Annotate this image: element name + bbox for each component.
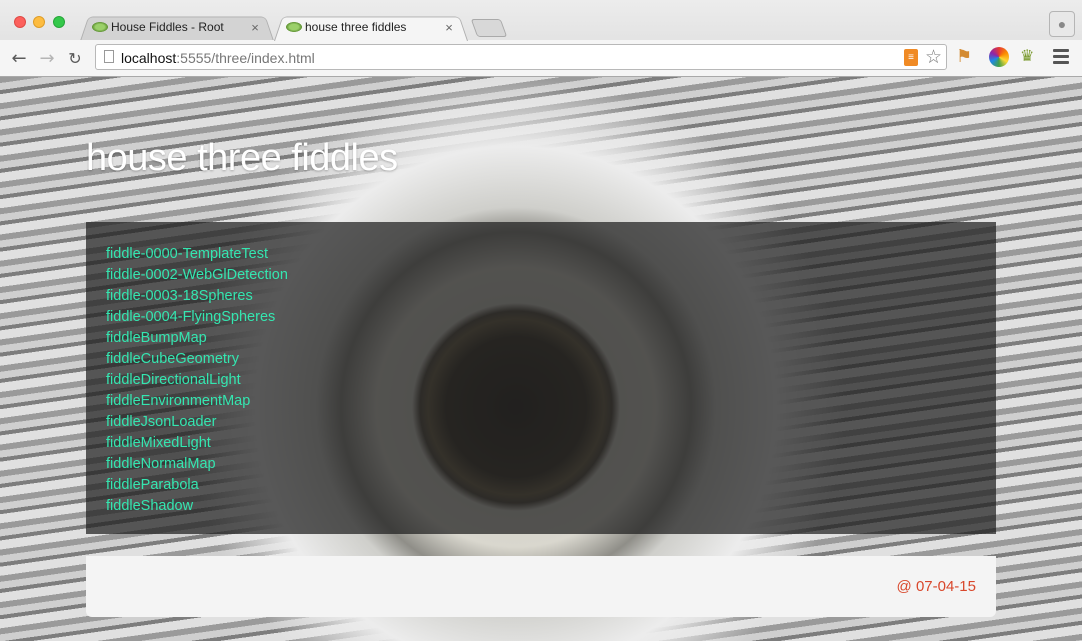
fiddle-link[interactable]: fiddleShadow: [106, 498, 193, 514]
profile-icon[interactable]: ●: [1049, 11, 1075, 37]
fiddle-link[interactable]: fiddle-0003-18Spheres: [106, 288, 253, 304]
list-item: fiddleEnvironmentMap: [106, 390, 976, 411]
address-bar[interactable]: localhost:5555/three/index.html ≡ ☆: [95, 44, 947, 70]
list-item: fiddle-0002-WebGlDetection: [106, 264, 976, 285]
fiddle-link[interactable]: fiddleEnvironmentMap: [106, 393, 250, 409]
list-item: fiddle-0004-FlyingSpheres: [106, 306, 976, 327]
list-item: fiddleDirectionalLight: [106, 369, 976, 390]
new-tab-button[interactable]: [470, 19, 508, 37]
list-item: fiddleShadow: [106, 495, 976, 516]
fiddle-link[interactable]: fiddleJsonLoader: [106, 414, 216, 430]
address-url: localhost:5555/three/index.html: [121, 50, 315, 66]
browser-chrome: House Fiddles - Root × house three fiddl…: [0, 0, 1082, 77]
list-item: fiddle-0003-18Spheres: [106, 285, 976, 306]
list-item: fiddleJsonLoader: [106, 411, 976, 432]
color-wheel-icon[interactable]: [989, 47, 1009, 67]
page-footer: @ 07-04-15: [86, 556, 996, 617]
toolbar: ← → ↻ localhost:5555/three/index.html ≡ …: [0, 40, 1082, 76]
list-item: fiddleBumpMap: [106, 327, 976, 348]
page-title: house three fiddles: [86, 137, 398, 179]
fiddle-link[interactable]: fiddleParabola: [106, 477, 199, 493]
footer-date: @ 07-04-15: [896, 578, 976, 595]
fiddle-link[interactable]: fiddleBumpMap: [106, 330, 207, 346]
fiddle-link[interactable]: fiddleCubeGeometry: [106, 351, 239, 367]
fiddle-list-panel: fiddle-0000-TemplateTest fiddle-0002-Web…: [86, 222, 996, 534]
close-tab-icon[interactable]: ×: [248, 20, 262, 35]
page-icon: [104, 50, 114, 63]
page-viewport: house three fiddles fiddle-0000-Template…: [0, 77, 1082, 641]
close-window-button[interactable]: [14, 16, 26, 28]
menu-icon[interactable]: [1053, 49, 1069, 67]
forward-arrow-icon[interactable]: →: [36, 48, 58, 69]
fiddle-list: fiddle-0000-TemplateTest fiddle-0002-Web…: [106, 243, 976, 516]
url-path: :5555/three/index.html: [176, 50, 315, 66]
tab-house-three-fiddles[interactable]: house three fiddles ×: [274, 14, 466, 40]
extension-icon[interactable]: ⚑: [956, 47, 976, 67]
list-item: fiddleCubeGeometry: [106, 348, 976, 369]
close-tab-icon[interactable]: ×: [442, 20, 456, 35]
list-item: fiddleParabola: [106, 474, 976, 495]
list-item: fiddleNormalMap: [106, 453, 976, 474]
reload-icon[interactable]: ↻: [64, 48, 86, 68]
fiddle-link[interactable]: fiddleMixedLight: [106, 435, 211, 451]
fiddle-link[interactable]: fiddle-0004-FlyingSpheres: [106, 309, 275, 325]
url-host: localhost: [121, 50, 177, 66]
extension-icon[interactable]: ♛: [1020, 47, 1040, 67]
favicon-icon: [92, 22, 108, 32]
minimize-window-button[interactable]: [33, 16, 45, 28]
back-arrow-icon[interactable]: ←: [8, 48, 30, 69]
tab-title: House Fiddles - Root: [111, 20, 224, 34]
favicon-icon: [286, 22, 302, 32]
tab-title: house three fiddles: [305, 20, 407, 34]
rss-feed-icon[interactable]: ≡: [904, 49, 918, 66]
list-item: fiddle-0000-TemplateTest: [106, 243, 976, 264]
fiddle-link[interactable]: fiddle-0000-TemplateTest: [106, 246, 268, 262]
fiddle-link[interactable]: fiddle-0002-WebGlDetection: [106, 267, 288, 283]
tab-house-fiddles-root[interactable]: House Fiddles - Root ×: [80, 14, 272, 40]
bookmark-star-icon[interactable]: ☆: [925, 46, 942, 68]
list-item: fiddleMixedLight: [106, 432, 976, 453]
zoom-window-button[interactable]: [53, 16, 65, 28]
fiddle-link[interactable]: fiddleNormalMap: [106, 456, 216, 472]
fiddle-link[interactable]: fiddleDirectionalLight: [106, 372, 241, 388]
